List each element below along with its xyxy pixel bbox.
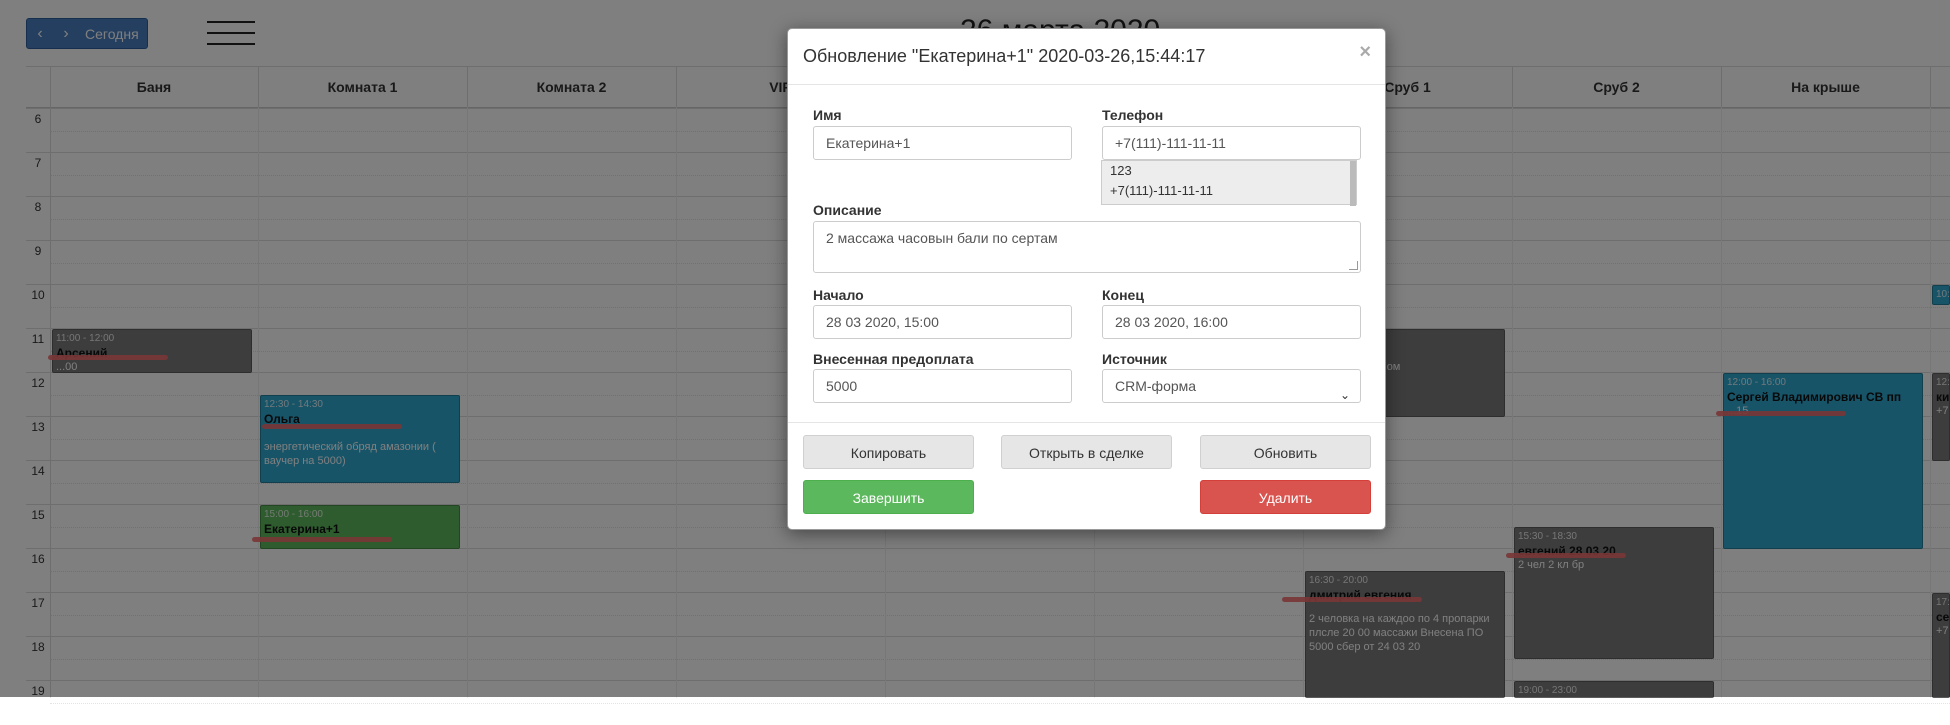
end-datetime-input[interactable]: 28 03 2020, 16:00 — [1102, 305, 1361, 339]
source-select[interactable]: CRM-форма ⌄ — [1102, 369, 1361, 403]
update-event-modal: Обновление "Екатерина+1" 2020-03-26,15:4… — [787, 28, 1386, 530]
prepayment-input[interactable]: 5000 — [813, 369, 1072, 403]
update-button[interactable]: Обновить — [1200, 435, 1371, 469]
finish-button[interactable]: Завершить — [803, 480, 974, 514]
autocomplete-scrollbar[interactable] — [1350, 161, 1356, 206]
autocomplete-option[interactable]: +7(111)-111-11-11 — [1102, 181, 1356, 201]
phone-input[interactable]: +7(111)-111-11-11 — [1102, 126, 1361, 160]
start-label: Начало — [813, 287, 864, 303]
delete-button[interactable]: Удалить — [1200, 480, 1371, 514]
modal-title: Обновление "Екатерина+1" 2020-03-26,15:4… — [803, 46, 1206, 66]
close-icon[interactable]: × — [1359, 41, 1371, 64]
autocomplete-option[interactable]: 123 — [1102, 161, 1356, 181]
copy-button[interactable]: Копировать — [803, 435, 974, 469]
open-in-deal-button[interactable]: Открыть в сделке — [1001, 435, 1172, 469]
end-label: Конец — [1102, 287, 1144, 303]
name-input[interactable]: Екатерина+1 — [813, 126, 1072, 160]
description-textarea[interactable]: 2 массажа часовын бали по сертам — [813, 221, 1361, 273]
modal-header: Обновление "Екатерина+1" 2020-03-26,15:4… — [788, 29, 1385, 85]
phone-label: Телефон — [1102, 107, 1164, 123]
chevron-down-icon: ⌄ — [1339, 388, 1350, 402]
description-label: Описание — [813, 202, 882, 218]
start-datetime-input[interactable]: 28 03 2020, 15:00 — [813, 305, 1072, 339]
resize-handle-icon[interactable] — [1349, 261, 1358, 270]
source-label: Источник — [1102, 351, 1167, 367]
phone-autocomplete: 123 +7(111)-111-11-11 — [1101, 160, 1357, 206]
source-selected-value: CRM-форма — [1115, 378, 1197, 394]
description-text: 2 массажа часовын бали по сертам — [826, 230, 1058, 246]
name-label: Имя — [813, 107, 842, 123]
prepayment-label: Внесенная предоплата — [813, 351, 974, 367]
